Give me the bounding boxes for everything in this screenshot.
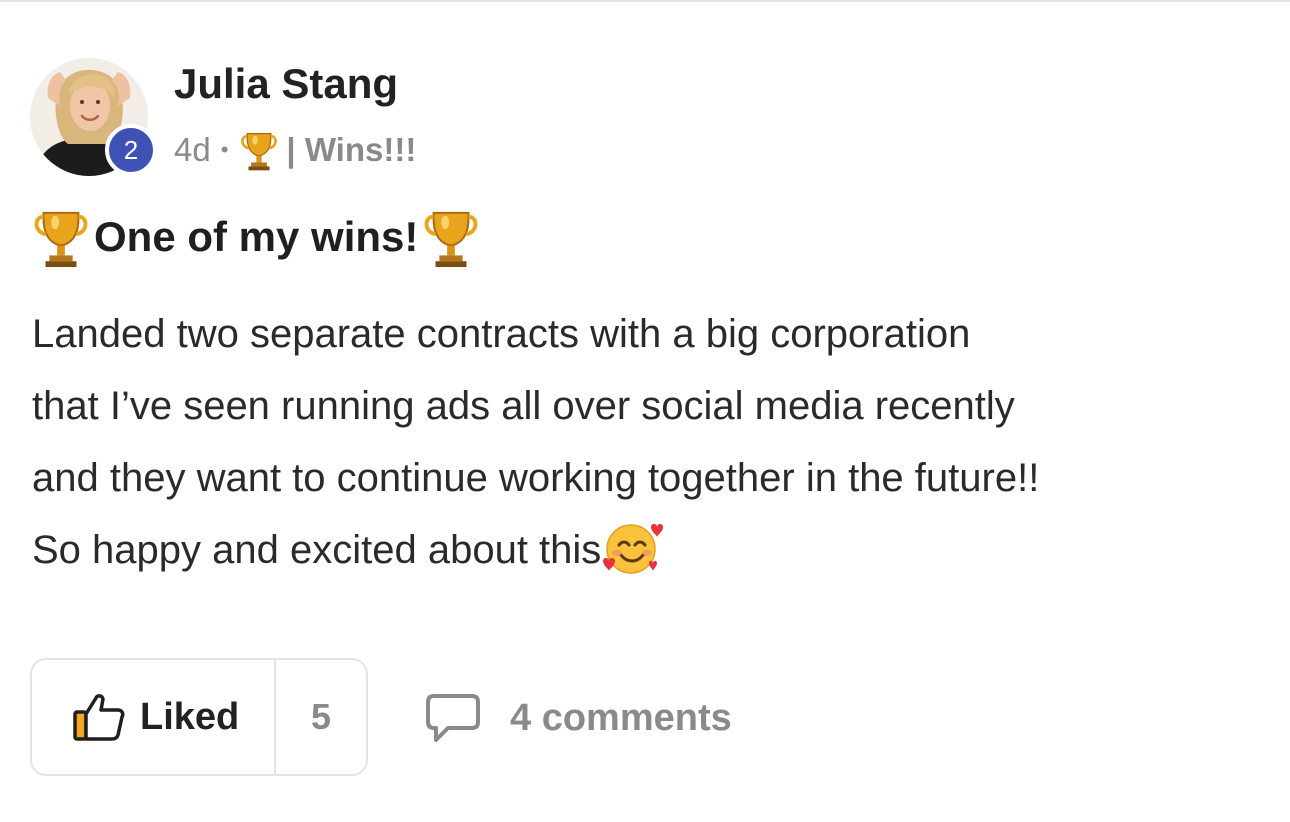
category-label[interactable]: | Wins!!! xyxy=(286,131,416,169)
post-age[interactable]: 4d xyxy=(174,131,211,169)
post-body-line: that I’ve seen running ads all over soci… xyxy=(32,384,1015,428)
post-meta: 4d • | Wins!!! xyxy=(174,126,416,174)
comments-count-label: 4 comments xyxy=(510,696,732,739)
comment-bubble-icon xyxy=(426,694,480,742)
author-name[interactable]: Julia Stang xyxy=(174,60,398,108)
smiling-face-with-hearts-emoji xyxy=(603,524,664,574)
trophy-icon xyxy=(34,211,88,268)
post-title: One of my wins! xyxy=(30,204,482,270)
level-badge: 2 xyxy=(105,124,157,176)
like-button[interactable]: Liked xyxy=(32,660,276,774)
post-body: Landed two separate contracts with a big… xyxy=(32,298,1272,586)
author-avatar-group[interactable]: 2 xyxy=(30,58,157,180)
like-control: Liked 5 xyxy=(30,658,368,776)
post-body-line: Landed two separate contracts with a big… xyxy=(32,312,971,356)
trophy-icon xyxy=(241,132,278,171)
top-divider xyxy=(0,0,1290,2)
post-body-line: So happy and excited about this xyxy=(32,528,602,572)
meta-separator: • xyxy=(220,137,229,162)
like-label: Liked xyxy=(140,695,240,738)
post-title-text: One of my wins! xyxy=(94,213,419,260)
post-body-last-line: So happy and excited about this xyxy=(32,514,1272,586)
thumbs-up-icon xyxy=(73,694,125,741)
trophy-icon xyxy=(424,211,478,268)
post-body-line: and they want to continue working togeth… xyxy=(32,456,1040,500)
comments-button[interactable]: 4 comments xyxy=(424,690,732,746)
like-count[interactable]: 5 xyxy=(276,660,366,774)
